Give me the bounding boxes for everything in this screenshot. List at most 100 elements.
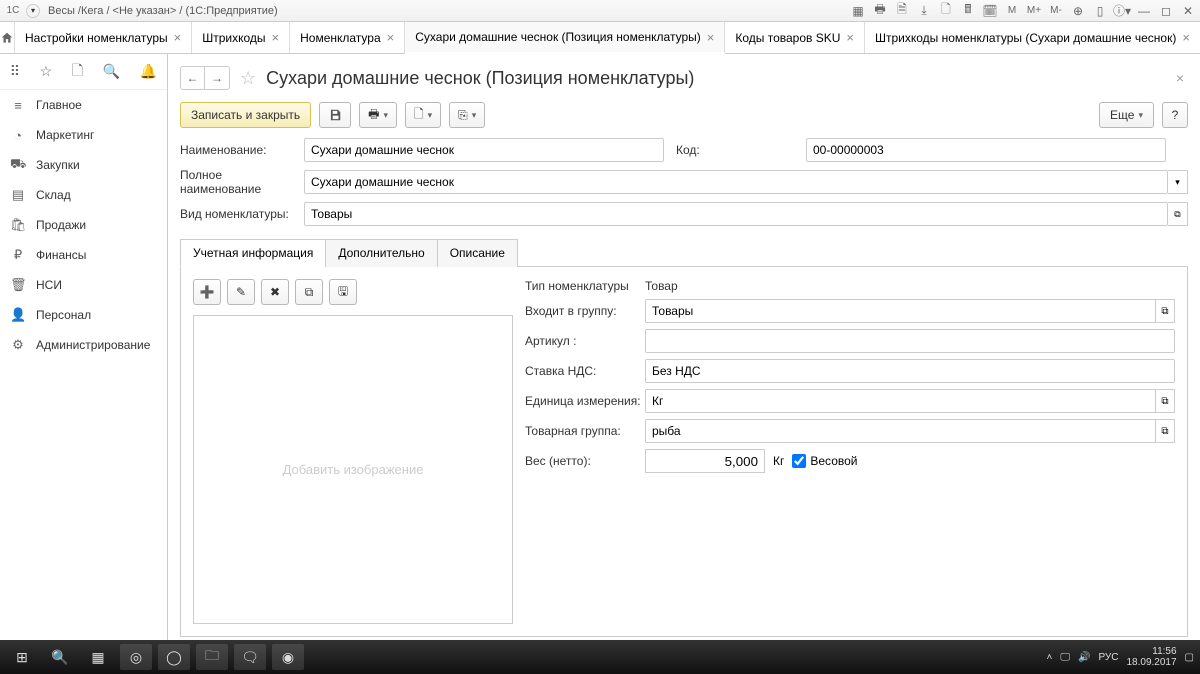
tb-app-2[interactable]: ◯ <box>158 644 190 670</box>
save-button[interactable] <box>319 102 351 128</box>
zoom-icon[interactable]: ⊕ <box>1070 3 1086 19</box>
mminus-icon[interactable]: M- <box>1048 3 1064 19</box>
save-close-button[interactable]: Записать и закрыть <box>180 102 311 128</box>
tab-close-icon[interactable]: × <box>272 30 280 45</box>
pweight-unit: Кг <box>773 454 784 468</box>
img-edit-button[interactable]: ✎ <box>227 279 255 305</box>
ptgroup-input[interactable]: рыба <box>645 419 1156 443</box>
tray-lang[interactable]: РУС <box>1098 652 1118 663</box>
tray-clock[interactable]: 11:56 18.09.2017 <box>1126 646 1176 668</box>
calendar-icon[interactable]: 🗓 <box>982 3 998 19</box>
img-del-button[interactable]: ✖ <box>261 279 289 305</box>
home-tab[interactable] <box>0 22 15 53</box>
tray-monitor-icon[interactable]: 🖵 <box>1060 652 1070 663</box>
tb-app-4[interactable]: 🗨 <box>234 644 266 670</box>
search-icon[interactable]: 🔍 <box>103 63 120 80</box>
close-page-button[interactable]: × <box>1176 70 1188 86</box>
tray: ˄ 🖵 🔊 РУС 11:56 18.09.2017 ▢ <box>1047 646 1194 668</box>
app-menu-dropdown[interactable]: ▾ <box>26 4 40 18</box>
tab-close-icon[interactable]: × <box>174 30 182 45</box>
star-icon[interactable]: ☆ <box>40 63 53 80</box>
sidebar-item-4[interactable]: 🛍Продажи <box>0 210 167 240</box>
sidebar-item-3[interactable]: ▤Склад <box>0 180 167 210</box>
tab-3[interactable]: Сухари домашние чеснок (Позиция номенкла… <box>405 22 725 54</box>
nav-back-button[interactable]: ← <box>181 67 205 89</box>
tab-4[interactable]: Коды товаров SKU× <box>725 22 865 53</box>
attach-button[interactable]: 🗋▾ <box>405 102 441 128</box>
sidebar-item-0[interactable]: ≡Главное <box>0 90 167 120</box>
help-button[interactable]: ? <box>1162 102 1188 128</box>
tab-close-icon[interactable]: × <box>707 30 715 45</box>
minimize-icon[interactable]: — <box>1136 3 1152 19</box>
img-add-button[interactable]: ➕ <box>193 279 221 305</box>
fullname-dropdown-button[interactable]: ▾ <box>1168 170 1188 194</box>
sidebar-item-2[interactable]: ⛟Закупки <box>0 150 167 180</box>
sidebar-item-8[interactable]: ⚙Администрирование <box>0 330 167 360</box>
pgroup-input[interactable]: Товары <box>645 299 1156 323</box>
pweight-input[interactable] <box>645 449 765 473</box>
panel-icon[interactable]: ▯ <box>1092 3 1108 19</box>
pweight-checkbox[interactable] <box>792 454 806 468</box>
tab-1[interactable]: Штрихкоды× <box>192 22 290 53</box>
maximize-icon[interactable]: ◻ <box>1158 3 1174 19</box>
tb-search-icon[interactable]: 🔍 <box>44 644 76 670</box>
tb-app-1[interactable]: ◎ <box>120 644 152 670</box>
print-button[interactable]: 🖶▾ <box>359 102 397 128</box>
doc-icon[interactable]: 🗎 <box>894 3 910 19</box>
titlebar-right-icons: ▦ 🖶 🗎 ⤓ 🗋 🖩 🗓 M M+ M- ⊕ ▯ ⓘ▾ — ◻ ✕ <box>850 3 1196 19</box>
favorite-star-icon[interactable]: ☆ <box>240 68 256 89</box>
ptgroup-open-button[interactable]: ⧉ <box>1155 419 1175 443</box>
tray-sound-icon[interactable]: 🔊 <box>1078 652 1090 663</box>
tb-taskview-icon[interactable]: ▦ <box>82 644 114 670</box>
bell-icon[interactable]: 🔔 <box>140 63 157 80</box>
mplus-icon[interactable]: M+ <box>1026 3 1042 19</box>
start-button[interactable]: ⊞ <box>6 644 38 670</box>
print-icon[interactable]: 🖶 <box>872 3 888 19</box>
calc-icon[interactable]: 🖩 <box>960 3 976 19</box>
sidebar-item-7[interactable]: 👤Персонал <box>0 300 167 330</box>
tab-close-icon[interactable]: × <box>846 30 854 45</box>
tray-notif-icon[interactable]: ▢ <box>1185 652 1194 663</box>
send-button[interactable]: ⎘▾ <box>449 102 485 128</box>
dtab-1[interactable]: Дополнительно <box>325 239 437 267</box>
sidebar-item-5[interactable]: ₽Финансы <box>0 240 167 270</box>
sidebar-item-6[interactable]: 🗑НСИ <box>0 270 167 300</box>
prow-article: Артикул : <box>525 329 1175 353</box>
nav-fwd-button[interactable]: → <box>205 67 229 89</box>
ti-icon-1[interactable]: ▦ <box>850 3 866 19</box>
pvat-input[interactable]: Без НДС <box>645 359 1175 383</box>
dtab-2[interactable]: Описание <box>437 239 518 267</box>
ti-icon-4[interactable]: ⤓ <box>916 3 932 19</box>
image-placeholder[interactable]: Добавить изображение <box>193 315 513 624</box>
punit-open-button[interactable]: ⧉ <box>1155 389 1175 413</box>
info-icon[interactable]: ⓘ▾ <box>1114 3 1130 19</box>
close-icon[interactable]: ✕ <box>1180 3 1196 19</box>
img-save-button[interactable]: 🖫 <box>329 279 357 305</box>
tab-2[interactable]: Номенклатура× <box>290 22 405 53</box>
m-icon[interactable]: M <box>1004 3 1020 19</box>
code-input[interactable] <box>806 138 1166 162</box>
sidebar-item-1[interactable]: ◔Маркетинг <box>0 120 167 150</box>
dtab-0[interactable]: Учетная информация <box>180 239 326 267</box>
pgroup-open-button[interactable]: ⧉ <box>1155 299 1175 323</box>
tab-5[interactable]: Штрихкоды номенклатуры (Сухари домашние … <box>865 22 1200 53</box>
props: Тип номенклатуры Товар Входит в группу: … <box>525 279 1175 624</box>
sidebar: ⠿ ☆ 🗋 🔍 🔔 ≡Главное ◔Маркетинг ⛟Закупки ▤… <box>0 54 168 640</box>
name-input[interactable] <box>304 138 664 162</box>
tb-app-3[interactable]: 🗀 <box>196 644 228 670</box>
clipboard-icon[interactable]: 🗋 <box>72 60 83 84</box>
fullname-input[interactable] <box>304 170 1168 194</box>
tab-close-icon[interactable]: × <box>387 30 395 45</box>
punit-input[interactable]: Кг <box>645 389 1156 413</box>
type-open-button[interactable]: ⧉ <box>1168 202 1188 226</box>
particle-input[interactable] <box>645 329 1175 353</box>
tab-0[interactable]: Настройки номенклатуры× <box>15 22 192 53</box>
tray-up-icon[interactable]: ˄ <box>1047 652 1053 663</box>
type-input[interactable] <box>304 202 1168 226</box>
tb-app-5[interactable]: ◉ <box>272 644 304 670</box>
tab-close-icon[interactable]: × <box>1182 30 1190 45</box>
more-button[interactable]: Еще ▾ <box>1099 102 1154 128</box>
ti-icon-5[interactable]: 🗋 <box>938 3 954 19</box>
img-open-button[interactable]: ⧉ <box>295 279 323 305</box>
apps-icon[interactable]: ⠿ <box>10 63 20 80</box>
